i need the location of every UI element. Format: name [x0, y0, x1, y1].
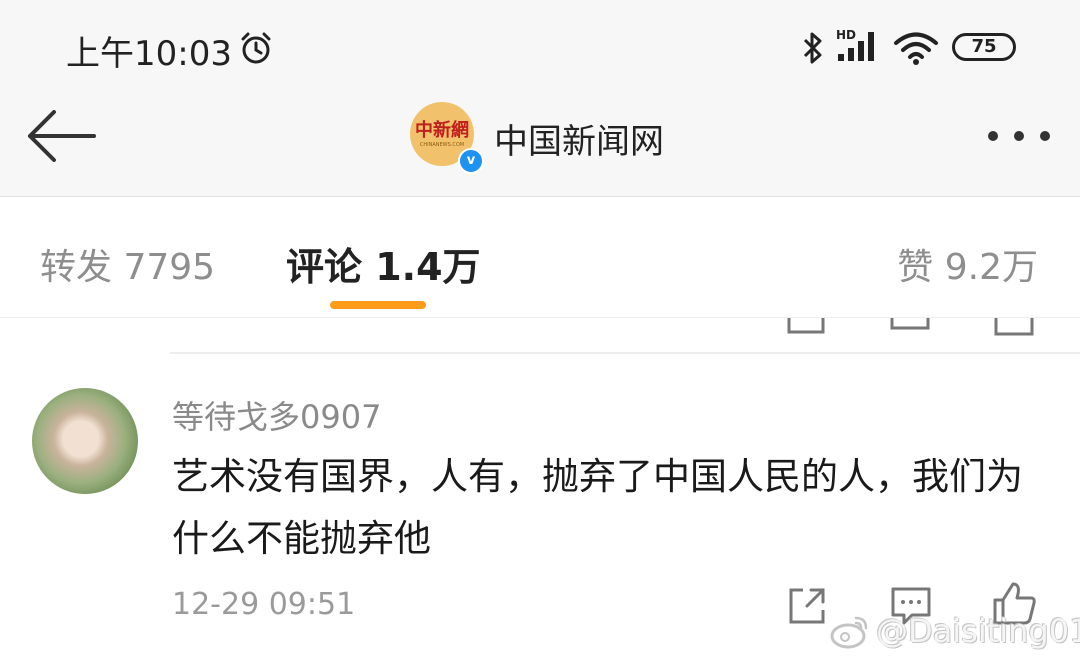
avatar[interactable]	[32, 388, 138, 494]
verified-badge-icon: v	[458, 148, 484, 174]
wifi-icon	[894, 32, 938, 65]
tab-comment[interactable]: 评论 1.4万	[286, 236, 481, 291]
tab-like[interactable]: 赞 9.2万	[897, 238, 1038, 290]
signal-icon: HD	[836, 28, 874, 61]
more-icon[interactable]	[985, 128, 1053, 144]
comment-username[interactable]: 等待戈多0907	[172, 392, 381, 438]
watermark-text: @Daisiting013	[876, 612, 1080, 650]
comment-timestamp: 12-29 09:51	[172, 587, 356, 622]
comment-text: 艺术没有国界，人有，抛弃了中国人民的人，我们为什么不能抛弃他	[172, 455, 1023, 560]
previous-actions-icon	[787, 318, 1034, 336]
tab-repost[interactable]: 转发 7795	[40, 238, 215, 290]
comment-divider	[170, 352, 1080, 354]
previous-comment-clipped	[0, 318, 1080, 352]
bluetooth-icon	[803, 32, 822, 64]
network-label: HD	[836, 28, 856, 42]
alarm-icon	[241, 32, 271, 64]
channel-name[interactable]: 中国新闻网	[494, 114, 664, 163]
back-arrow-icon[interactable]	[26, 110, 96, 162]
weibo-watermark-icon	[830, 616, 868, 649]
status-time: 上午10:03	[66, 34, 232, 74]
share-icon[interactable]	[787, 586, 827, 626]
logo-text: 中新網	[415, 120, 469, 141]
logo-subtext: CHINANEWS.COM	[419, 142, 465, 148]
active-tab-indicator	[330, 301, 426, 309]
battery-indicator: 75	[952, 33, 1016, 61]
